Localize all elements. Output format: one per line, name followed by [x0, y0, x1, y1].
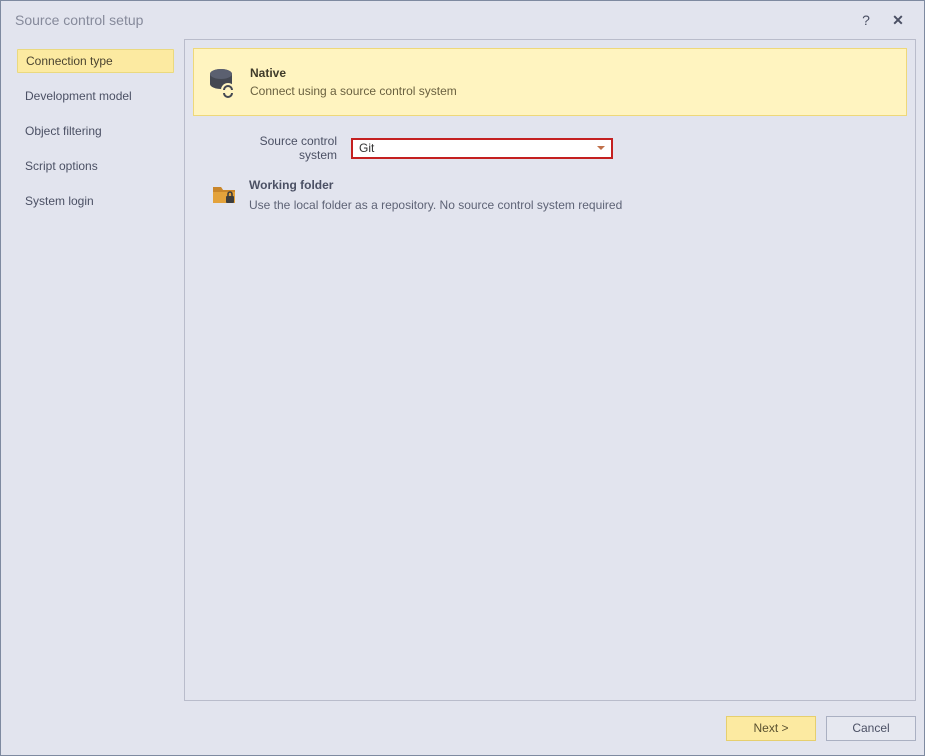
working-folder-text: Working folder Use the local folder as a… [249, 178, 622, 212]
wizard-sidebar: Connection type Development model Object… [9, 39, 174, 701]
help-button[interactable]: ? [854, 8, 878, 32]
titlebar: Source control setup ? ✕ [1, 1, 924, 39]
dropdown-value: Git [359, 141, 374, 155]
source-control-system-dropdown[interactable]: Git [351, 138, 613, 159]
close-button[interactable]: ✕ [886, 8, 910, 32]
chevron-down-icon [597, 146, 605, 150]
sidebar-item-object-filtering[interactable]: Object filtering [17, 119, 174, 143]
dialog-window: Source control setup ? ✕ Connection type… [0, 0, 925, 756]
working-folder-subtitle: Use the local folder as a repository. No… [249, 198, 622, 212]
native-banner[interactable]: Native Connect using a source control sy… [193, 48, 907, 116]
sidebar-item-system-login[interactable]: System login [17, 189, 174, 213]
source-control-system-row: Source control system Git [193, 116, 907, 162]
cancel-button[interactable]: Cancel [826, 716, 916, 741]
banner-subtitle: Connect using a source control system [250, 84, 457, 98]
database-link-icon [204, 65, 238, 99]
dialog-title: Source control setup [15, 12, 846, 28]
dialog-body: Connection type Development model Object… [1, 39, 924, 709]
sidebar-item-label: Connection type [26, 54, 113, 68]
button-label: Cancel [852, 721, 889, 735]
next-button[interactable]: Next > [726, 716, 816, 741]
folder-lock-icon [211, 180, 237, 206]
sidebar-item-development-model[interactable]: Development model [17, 84, 174, 108]
content-spacer [193, 212, 907, 692]
working-folder-option[interactable]: Working folder Use the local folder as a… [193, 162, 907, 212]
main-panel: Native Connect using a source control sy… [184, 39, 916, 701]
sidebar-item-connection-type[interactable]: Connection type [17, 49, 174, 73]
source-control-system-label: Source control system [223, 134, 343, 162]
sidebar-item-label: System login [25, 194, 94, 208]
dialog-footer: Next > Cancel [1, 709, 924, 755]
banner-text: Native Connect using a source control sy… [250, 66, 457, 98]
working-folder-title: Working folder [249, 178, 622, 192]
sidebar-item-label: Development model [25, 89, 132, 103]
sidebar-item-label: Script options [25, 159, 98, 173]
sidebar-item-label: Object filtering [25, 124, 102, 138]
banner-title: Native [250, 66, 457, 80]
button-label: Next > [753, 721, 788, 735]
sidebar-item-script-options[interactable]: Script options [17, 154, 174, 178]
